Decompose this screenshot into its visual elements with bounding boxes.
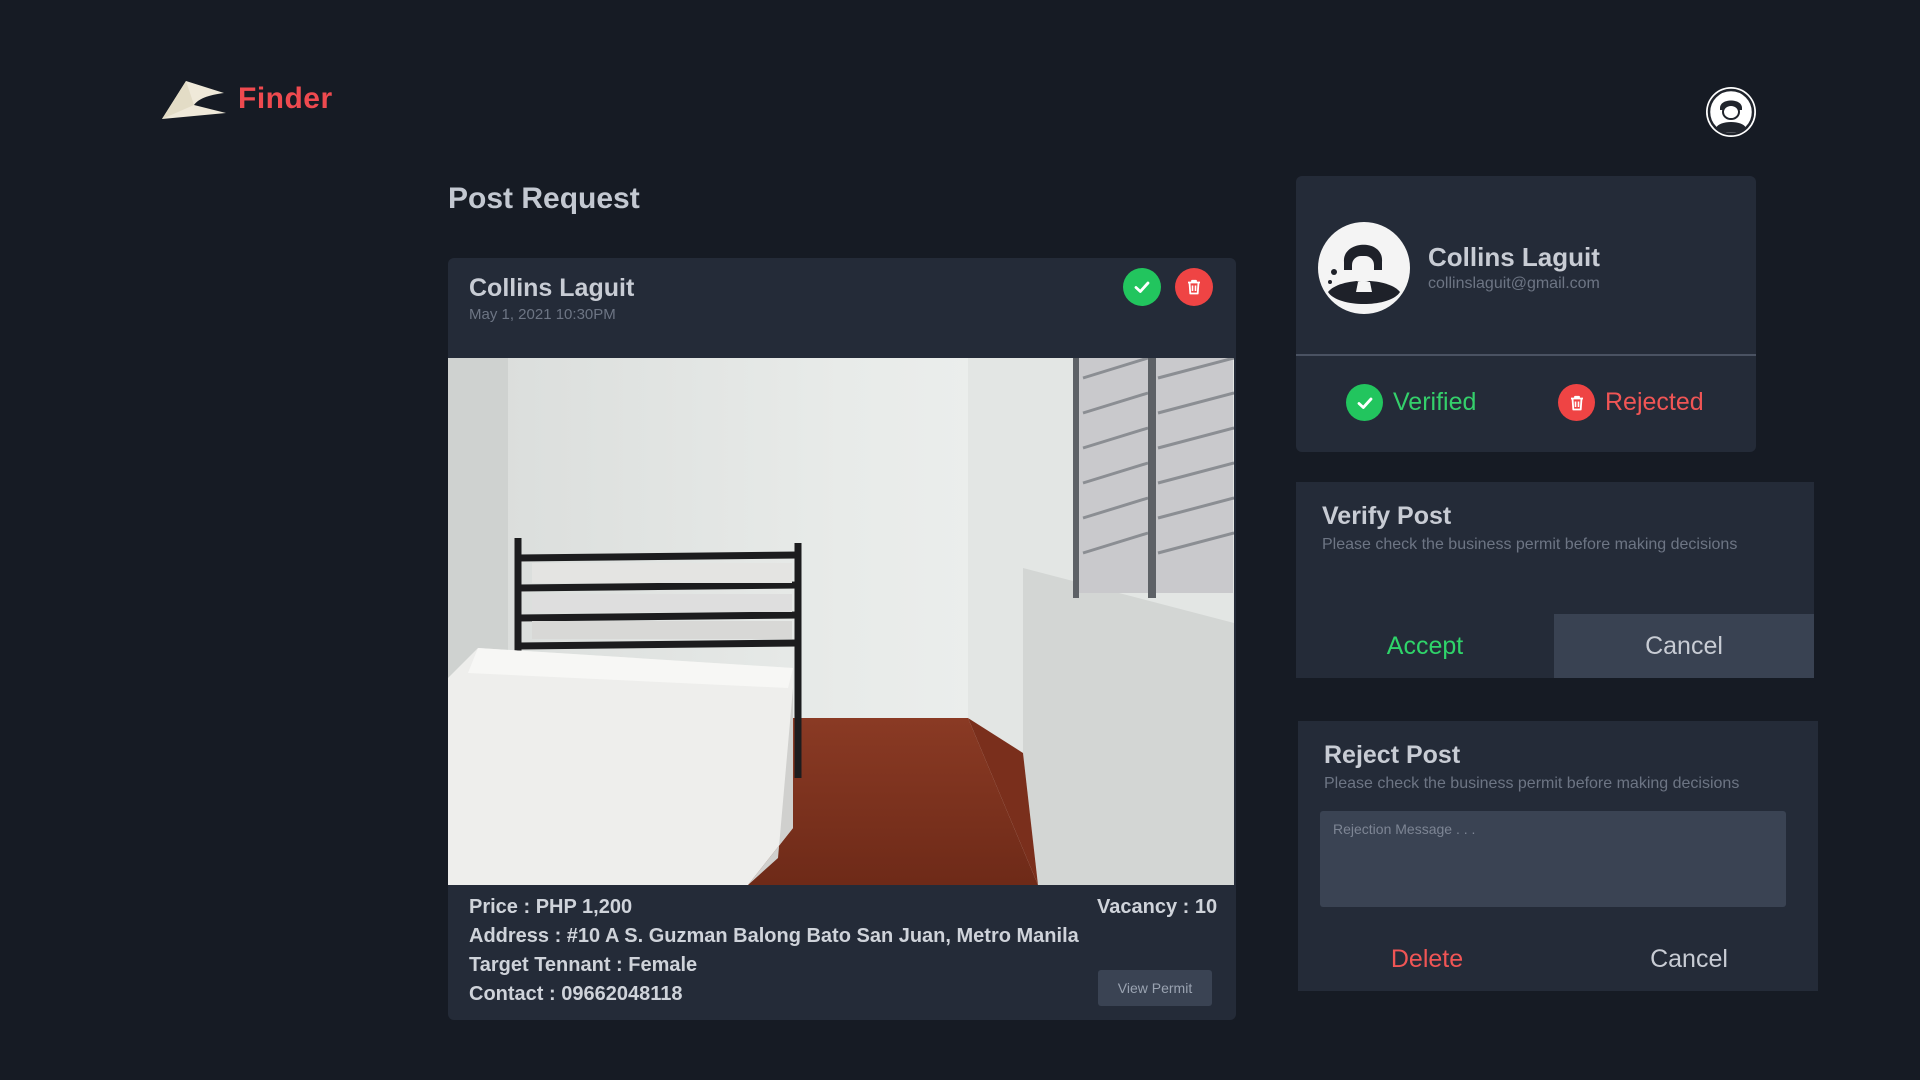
post-contact: Contact : 09662048118 xyxy=(469,983,683,1005)
verified-filter[interactable]: Verified xyxy=(1346,384,1476,421)
post-date: May 1, 2021 10:30PM xyxy=(469,306,616,323)
trash-icon xyxy=(1188,279,1200,295)
page-title: Post Request xyxy=(448,182,640,215)
rejected-label: Rejected xyxy=(1605,388,1704,416)
post-target-tenant: Target Tennant : Female xyxy=(469,954,698,976)
rejected-filter[interactable]: Rejected xyxy=(1558,384,1704,421)
post-request-card: Collins Laguit May 1, 2021 10:30PM Price… xyxy=(448,258,1236,1020)
profile-card: Collins Laguit collinslaguit@gmail.com V… xyxy=(1296,176,1756,452)
post-vacancy: Vacancy : 10 xyxy=(1097,896,1218,918)
paper-plane-logo-icon xyxy=(162,81,226,119)
profile-name: Collins Laguit xyxy=(1428,242,1600,272)
profile-email: collinslaguit@gmail.com xyxy=(1428,275,1600,292)
check-circle-icon xyxy=(1346,384,1383,421)
reject-post-panel: Reject Post Please check the business pe… xyxy=(1298,721,1818,991)
post-price: Price : PHP 1,200 xyxy=(469,896,633,918)
trash-icon xyxy=(1558,384,1595,421)
verify-panel-title: Verify Post xyxy=(1322,502,1452,530)
post-author-name: Collins Laguit xyxy=(469,274,635,302)
app-name: Finder xyxy=(238,82,333,115)
view-permit-button[interactable]: View Permit xyxy=(1098,970,1212,1006)
user-avatar-button[interactable] xyxy=(1705,86,1757,138)
user-avatar-icon xyxy=(1706,87,1756,137)
verify-post-panel: Verify Post Please check the business pe… xyxy=(1296,482,1814,678)
reject-panel-subtitle: Please check the business permit before … xyxy=(1324,775,1740,792)
profile-avatar xyxy=(1318,222,1410,314)
post-header: Collins Laguit May 1, 2021 10:30PM xyxy=(448,258,1236,358)
delete-post-button[interactable] xyxy=(1175,268,1213,306)
reject-panel-title: Reject Post xyxy=(1324,741,1461,769)
rejection-message-input[interactable] xyxy=(1320,811,1786,907)
approve-post-button[interactable] xyxy=(1123,268,1161,306)
verify-panel-subtitle: Please check the business permit before … xyxy=(1322,536,1738,553)
accept-button[interactable]: Accept xyxy=(1296,614,1554,678)
post-address: Address : #10 A S. Guzman Balong Bato Sa… xyxy=(469,925,1079,947)
room-photo xyxy=(448,358,1234,885)
reject-cancel-button[interactable]: Cancel xyxy=(1560,927,1818,991)
check-icon xyxy=(1134,281,1150,293)
app-logo[interactable]: Finder xyxy=(160,74,360,124)
verified-label: Verified xyxy=(1393,388,1477,416)
verify-cancel-button[interactable]: Cancel xyxy=(1554,614,1814,678)
delete-button[interactable]: Delete xyxy=(1298,927,1556,991)
profile-divider xyxy=(1296,354,1756,356)
